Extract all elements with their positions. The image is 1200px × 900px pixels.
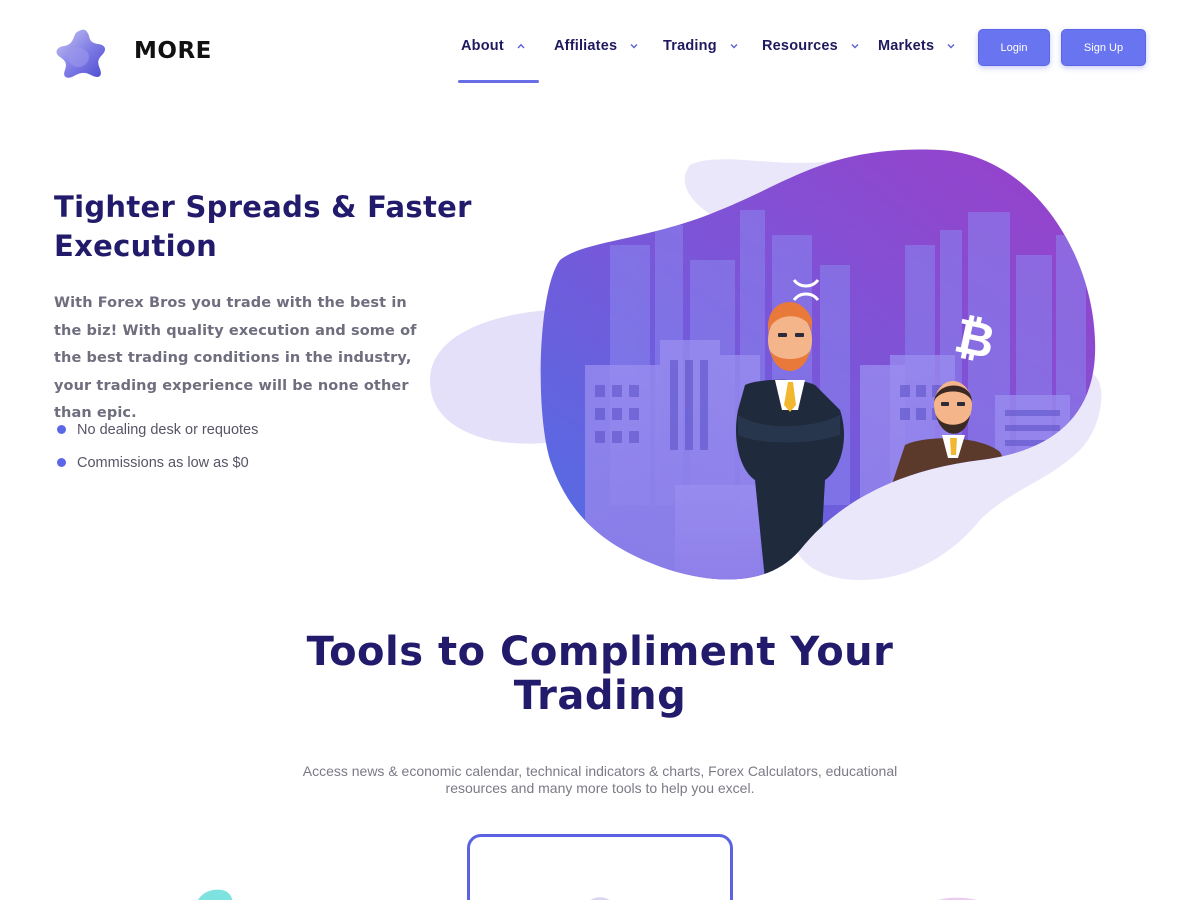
list-item: Commissions as low as $0	[54, 451, 258, 474]
nav-label: Affiliates	[554, 38, 618, 54]
nav-item-markets[interactable]: Markets	[878, 36, 955, 84]
chevron-down-icon	[851, 36, 859, 56]
decor-blob	[938, 897, 978, 900]
nav-label: Markets	[878, 38, 935, 54]
bullet-dot-icon	[57, 425, 66, 434]
tools-description: Access news & economic calendar, technic…	[302, 763, 898, 796]
feature-text: Commissions as low as $0	[77, 454, 249, 471]
hero-illustration: ₿	[430, 149, 1102, 580]
feature-list: No dealing desk or requotes Commissions …	[54, 418, 258, 484]
nav-label: Trading	[663, 38, 717, 54]
login-button[interactable]: Login	[978, 29, 1050, 66]
bullet-dot-icon	[57, 458, 66, 467]
site-header: MORE About Affiliates Trading Resources	[0, 0, 1200, 100]
tool-card-icon	[590, 897, 610, 900]
star-blob-logo[interactable]	[54, 26, 110, 82]
nav-label: Resources	[762, 38, 838, 54]
chevron-up-icon	[517, 36, 525, 56]
chevron-down-icon	[947, 36, 955, 56]
hero-description: With Forex Bros you trade with the best …	[54, 295, 417, 421]
brand-name[interactable]: MORE	[134, 38, 212, 64]
list-item: No dealing desk or requotes	[54, 418, 258, 441]
tools-title: Tools to Compliment Your Trading	[306, 629, 894, 719]
nav-label: About	[461, 38, 504, 54]
signup-button[interactable]: Sign Up	[1061, 29, 1146, 66]
hero-title: Tighter Spreads & Faster Execution	[54, 190, 472, 263]
nav-item-about[interactable]: About	[461, 36, 525, 84]
feature-text: No dealing desk or requotes	[77, 421, 259, 438]
nav-item-trading[interactable]: Trading	[663, 36, 738, 84]
active-nav-indicator	[458, 80, 539, 83]
chevron-down-icon	[630, 36, 638, 56]
nav-item-affiliates[interactable]: Affiliates	[554, 36, 638, 84]
tool-card[interactable]	[467, 834, 733, 900]
decor-blob	[197, 889, 233, 900]
nav-item-resources[interactable]: Resources	[762, 36, 859, 84]
chevron-down-icon	[730, 36, 738, 56]
